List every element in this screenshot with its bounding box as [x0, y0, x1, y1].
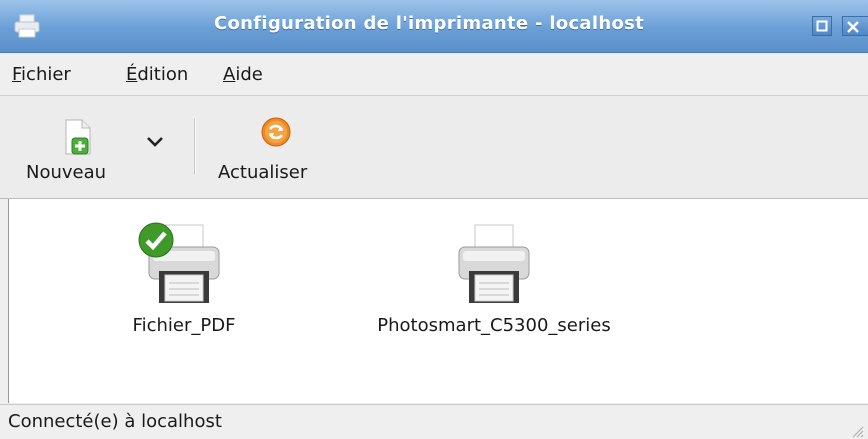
printer-item-fichier-pdf[interactable]: Fichier_PDF: [109, 211, 259, 351]
new-printer-button[interactable]: Nouveau: [4, 110, 126, 188]
default-check-icon: [137, 221, 175, 259]
new-dropdown-button[interactable]: [138, 126, 172, 160]
menu-edition-label: dition: [137, 64, 189, 85]
menu-aide[interactable]: Aide: [223, 64, 263, 85]
refresh-button[interactable]: Actualiser: [212, 110, 340, 188]
printer-config-window: Configuration de l'imprimante - localhos…: [0, 0, 868, 439]
toolbar-separator: [194, 118, 195, 174]
menu-aide-mnemonic: A: [223, 64, 236, 85]
menu-fichier[interactable]: Fichier: [12, 64, 71, 85]
printer-name-label: Photosmart_C5300_series: [377, 315, 611, 336]
printer-icon-view: Fichier_PDF Photosmart_C5300_series: [8, 199, 868, 403]
menu-bar: Fichier Édition Aide: [0, 53, 868, 96]
refresh-icon: [260, 116, 292, 148]
menu-edition[interactable]: Édition: [126, 64, 188, 85]
toolbar: Nouveau Actualiser: [0, 96, 868, 199]
printer-icon: [449, 217, 539, 307]
close-button[interactable]: [842, 16, 868, 36]
status-text: Connecté(e) à localhost: [8, 411, 222, 432]
new-document-plus-icon: [60, 118, 96, 158]
status-bar: Connecté(e) à localhost: [0, 404, 868, 439]
printer-item-photosmart[interactable]: Photosmart_C5300_series: [339, 211, 649, 351]
close-icon: [847, 21, 859, 33]
printer-name-label: Fichier_PDF: [132, 315, 236, 336]
maximize-button[interactable]: [812, 16, 832, 36]
resize-grip-icon[interactable]: [850, 422, 864, 438]
maximize-icon: [816, 20, 828, 32]
menu-edition-mnemonic: É: [126, 64, 138, 85]
menu-aide-label: ide: [235, 64, 263, 85]
window-title: Configuration de l'imprimante - localhos…: [213, 13, 645, 34]
menu-fichier-label: ichier: [21, 64, 71, 85]
title-bar[interactable]: Configuration de l'imprimante - localhos…: [0, 0, 868, 53]
menu-fichier-mnemonic: F: [12, 64, 22, 85]
refresh-label: Actualiser: [218, 162, 308, 183]
new-printer-label: Nouveau: [26, 162, 107, 183]
chevron-down-icon: [147, 137, 163, 147]
